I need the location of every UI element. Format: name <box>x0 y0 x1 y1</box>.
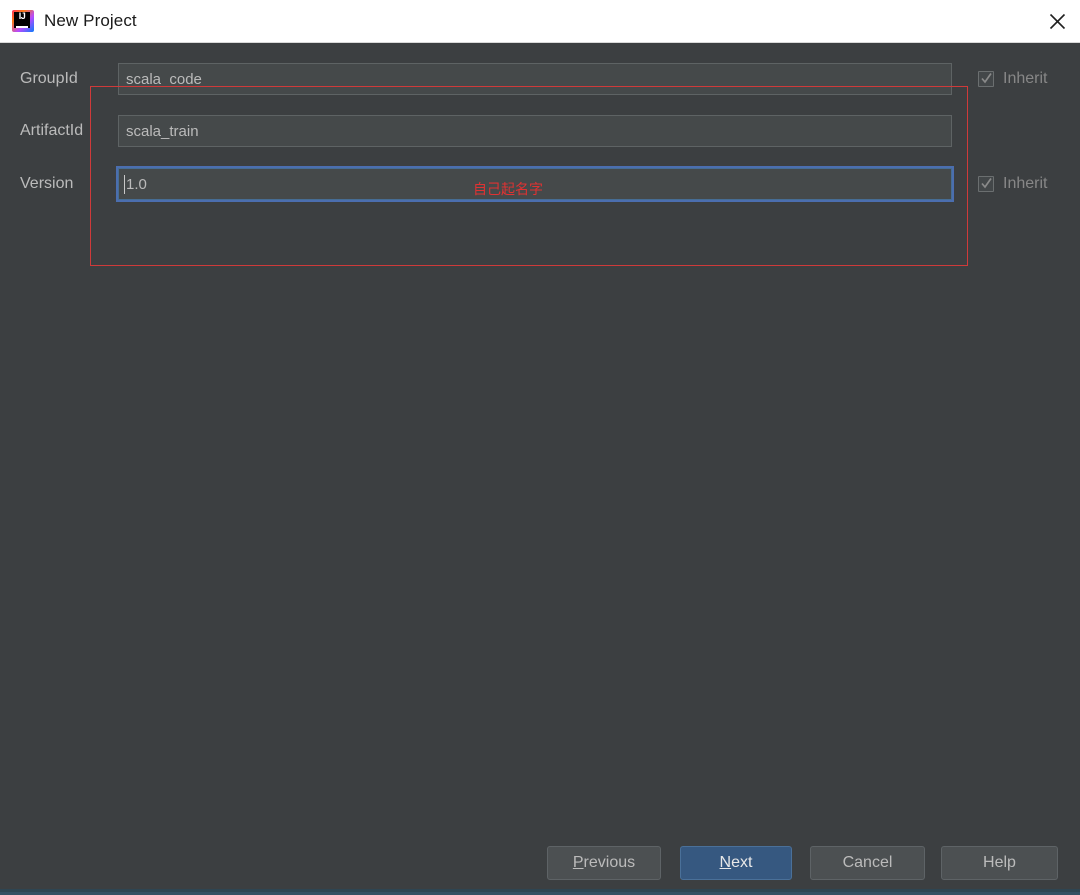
form-row-artifactid: ArtifactId <box>0 115 1080 147</box>
artifactid-input[interactable] <box>118 115 952 147</box>
previous-button[interactable]: Previous <box>547 846 661 880</box>
title-bar: IJ New Project <box>0 0 1080 43</box>
intellij-idea-icon: IJ <box>12 10 34 32</box>
form-row-groupid: GroupId Inherit <box>0 63 1080 95</box>
help-button[interactable]: Help <box>941 846 1058 880</box>
form-row-version: Version Inherit <box>0 168 1080 200</box>
version-inherit-label: Inherit <box>1003 175 1048 192</box>
checkbox-icon[interactable] <box>978 176 994 192</box>
groupid-input[interactable] <box>118 63 952 95</box>
groupid-label: GroupId <box>20 70 78 87</box>
window-title: New Project <box>44 11 137 30</box>
cancel-button-label: Cancel <box>842 854 893 871</box>
previous-button-mnemonic: P <box>572 854 584 871</box>
help-button-label: Help <box>983 854 1016 871</box>
checkbox-icon[interactable] <box>978 71 994 87</box>
next-button[interactable]: Next <box>680 846 792 880</box>
version-inherit-checkbox-group[interactable]: Inherit <box>978 175 1047 193</box>
cancel-button[interactable]: Cancel <box>810 846 925 880</box>
dialog-footer: Previous Next Cancel Help <box>0 837 1080 895</box>
bottom-accent-strip <box>0 889 1080 895</box>
groupid-inherit-checkbox-group[interactable]: Inherit <box>978 70 1047 88</box>
text-caret <box>124 174 125 194</box>
next-button-label: ext <box>731 854 753 871</box>
version-input[interactable] <box>118 168 952 200</box>
form-area: GroupId Inherit ArtifactId Version <box>0 43 1080 853</box>
next-button-mnemonic: N <box>719 854 732 871</box>
groupid-inherit-label: Inherit <box>1003 70 1048 87</box>
artifactid-label: ArtifactId <box>20 122 84 139</box>
close-icon[interactable] <box>1034 0 1080 42</box>
intellij-icon-letters: IJ <box>18 11 26 21</box>
version-label: Version <box>20 175 74 192</box>
new-project-dialog: IJ New Project GroupId scala_code Inheri… <box>0 0 1080 895</box>
previous-button-label: revious <box>583 854 636 871</box>
